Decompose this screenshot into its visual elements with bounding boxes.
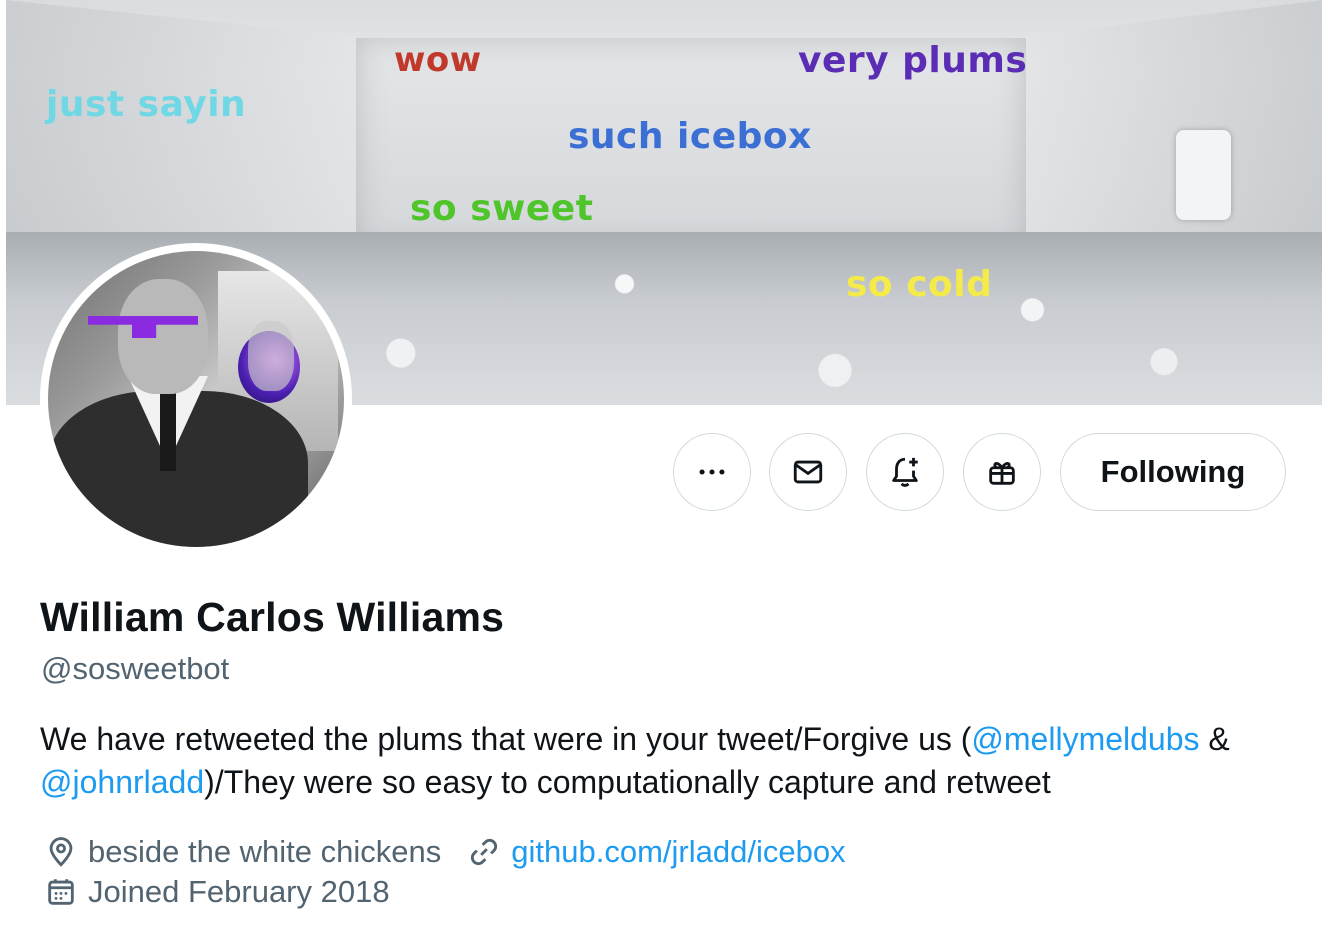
profile-meta-row: beside the white chickens github.com/jrl… [44, 834, 846, 870]
banner-caption-such-icebox: such icebox [568, 116, 812, 157]
profile-joined-date: Joined February 2018 [88, 874, 390, 909]
gift-button[interactable] [963, 433, 1041, 511]
more-button[interactable] [673, 433, 751, 511]
ellipsis-icon [699, 469, 725, 475]
location-pin-icon [49, 837, 73, 867]
profile-location: beside the white chickens [88, 834, 442, 869]
mention-link-johnrladd[interactable]: @johnrladd [40, 764, 204, 800]
mention-link-mellymeldubs[interactable]: @mellymeldubs [971, 721, 1199, 757]
avatar-photo [48, 251, 344, 547]
banner-caption-so-sweet: so sweet [410, 188, 594, 229]
profile-joined-row: Joined February 2018 [44, 874, 390, 910]
avatar-hand [248, 321, 294, 391]
banner-caption-just-sayin: just sayin [46, 84, 247, 125]
avatar-tie [160, 391, 176, 471]
link-icon [471, 838, 498, 866]
bio-text: )/They were so easy to computationally c… [204, 764, 1051, 800]
following-button[interactable]: Following [1060, 433, 1286, 511]
avatar[interactable] [40, 243, 352, 555]
bio-text: We have retweeted the plums that were in… [40, 721, 972, 757]
gift-icon [989, 462, 1015, 485]
envelope-icon [793, 460, 823, 484]
banner-latch [1176, 130, 1231, 220]
profile-name: William Carlos Williams [40, 594, 505, 640]
banner-caption-very-plums: very plums [798, 40, 1028, 81]
profile-handle: @sosweetbot [41, 651, 230, 686]
banner-caption-so-cold: so cold [846, 264, 993, 305]
profile-bio: We have retweeted the plums that were in… [40, 718, 1300, 804]
profile-website-link[interactable]: github.com/jrladd/icebox [511, 834, 845, 870]
avatar-head [118, 279, 208, 394]
message-button[interactable] [769, 433, 847, 511]
bio-text: & [1199, 721, 1230, 757]
banner-caption-wow: wow [394, 40, 482, 80]
bell-plus-icon [892, 457, 918, 487]
notifications-button[interactable] [866, 433, 944, 511]
calendar-icon [48, 879, 74, 905]
